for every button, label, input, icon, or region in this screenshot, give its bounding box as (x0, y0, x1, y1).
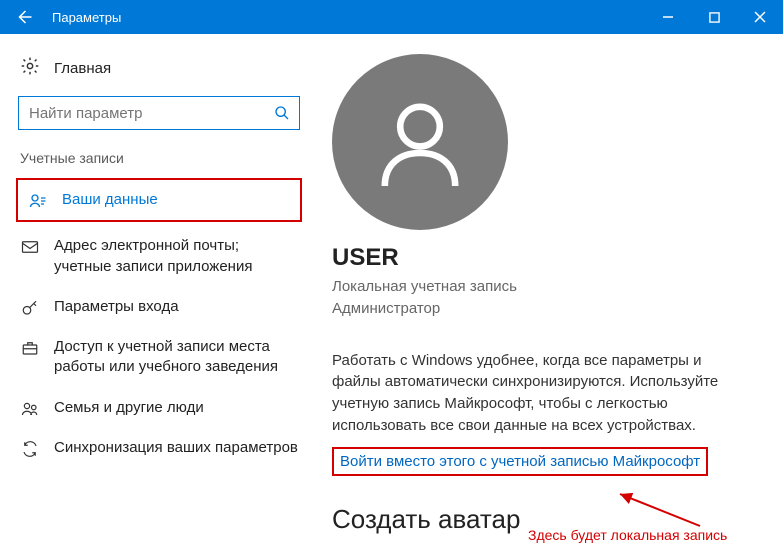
home-link[interactable]: Главная (10, 50, 308, 96)
annotation-arrow-icon (610, 490, 710, 530)
gear-icon (20, 56, 40, 80)
nav-work-access[interactable]: Доступ к учетной записи места работы или… (10, 327, 308, 388)
nav-email-accounts[interactable]: Адрес электронной почты; учетные записи … (10, 226, 308, 287)
nav-label: Доступ к учетной записи места работы или… (54, 337, 298, 378)
account-role: Администратор (332, 298, 757, 320)
nav-label: Синхронизация ваших параметров (54, 438, 298, 458)
close-icon (754, 11, 766, 23)
annotation-text: Здесь будет локальная запись (528, 527, 727, 543)
sign-in-microsoft-link[interactable]: Войти вместо этого с учетной записью Май… (332, 447, 708, 476)
nav-label: Ваши данные (62, 190, 290, 210)
minimize-icon (662, 11, 674, 23)
main-area: Главная Учетные записи Ваши данные Адрес… (0, 34, 783, 560)
nav-label: Семья и другие люди (54, 398, 298, 418)
content-pane: USER Локальная учетная запись Администра… (320, 34, 783, 560)
nav-label: Адрес электронной почты; учетные записи … (54, 236, 298, 277)
briefcase-icon (20, 337, 40, 357)
maximize-icon (709, 12, 720, 23)
home-label: Главная (54, 60, 111, 77)
section-label: Учетные записи (10, 150, 308, 178)
close-button[interactable] (737, 0, 783, 34)
search-icon (265, 105, 299, 121)
person-card-icon (28, 190, 48, 210)
annotation-box-nav: Ваши данные (16, 178, 302, 222)
nav-signin-options[interactable]: Параметры входа (10, 287, 308, 327)
mail-icon (20, 236, 40, 256)
maximize-button[interactable] (691, 0, 737, 34)
account-type: Локальная учетная запись (332, 276, 757, 298)
avatar (332, 54, 508, 230)
titlebar: Параметры (0, 0, 783, 34)
nav-family[interactable]: Семья и другие люди (10, 388, 308, 428)
key-icon (20, 297, 40, 317)
search-input[interactable] (19, 105, 265, 122)
back-button[interactable] (0, 0, 48, 34)
minimize-button[interactable] (645, 0, 691, 34)
window-title: Параметры (48, 10, 645, 25)
arrow-left-icon (15, 8, 33, 26)
sync-icon (20, 438, 40, 458)
account-description: Работать с Windows удобнее, когда все па… (332, 350, 752, 437)
people-icon (20, 398, 40, 418)
nav-label: Параметры входа (54, 297, 298, 317)
nav-your-info[interactable]: Ваши данные (18, 180, 300, 220)
search-box[interactable] (18, 96, 300, 130)
nav-sync[interactable]: Синхронизация ваших параметров (10, 428, 308, 468)
sidebar: Главная Учетные записи Ваши данные Адрес… (0, 34, 320, 560)
person-icon (365, 87, 475, 197)
account-name: USER (332, 244, 757, 272)
